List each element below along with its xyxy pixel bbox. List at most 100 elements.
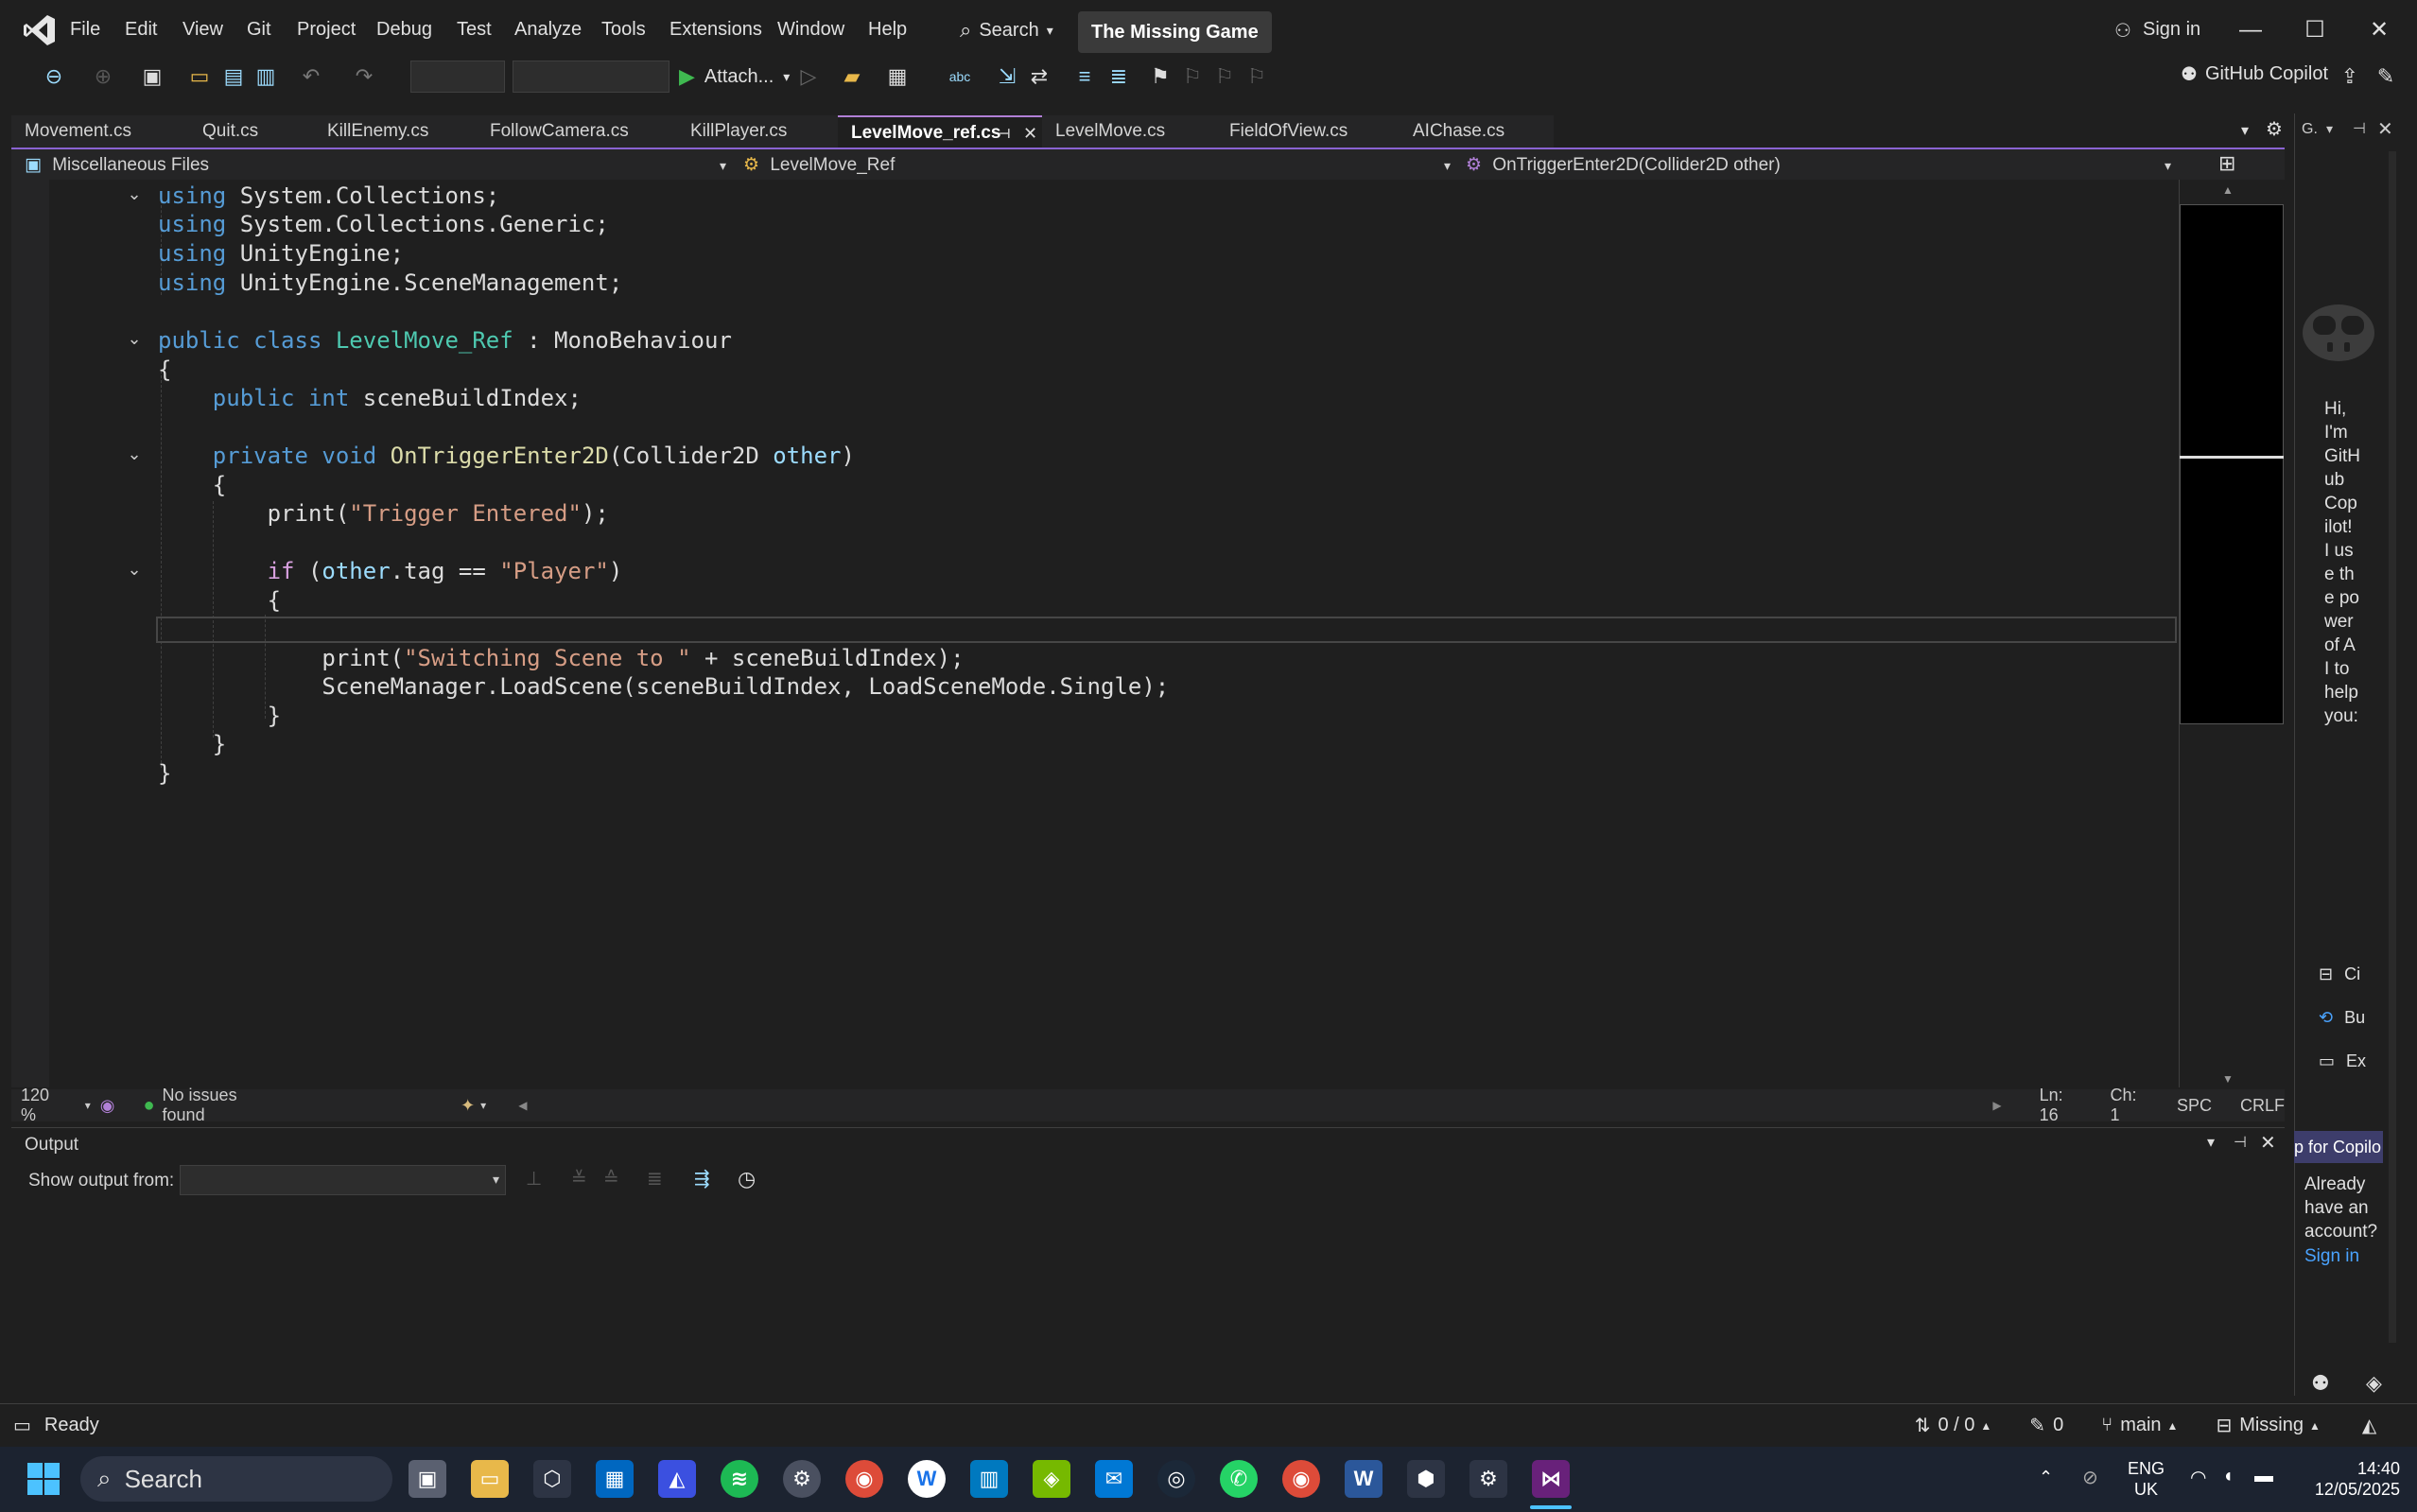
next-bookmark-icon[interactable]: ⚐: [1210, 62, 1239, 91]
column-number[interactable]: Ch: 1: [2110, 1086, 2147, 1125]
tab-levelmove-ref[interactable]: LevelMove_ref.cs ⊣ ✕: [838, 115, 1050, 148]
attach-button[interactable]: ▶ Attach... ▾: [679, 61, 790, 93]
notifications-icon[interactable]: ◭: [2362, 1414, 2376, 1437]
maximize-button[interactable]: ☐: [2287, 11, 2343, 49]
chevron-down-icon[interactable]: ▾: [2326, 121, 2333, 137]
copilot-icon[interactable]: ⚉: [2311, 1371, 2330, 1396]
copilot-signup-button[interactable]: p for Copilo: [2294, 1131, 2383, 1163]
unity-editor-icon[interactable]: ⚙: [1469, 1460, 1507, 1498]
open-folder-icon[interactable]: ▭: [185, 62, 214, 91]
messenger-icon[interactable]: W: [908, 1460, 946, 1498]
outlook-icon[interactable]: ✉: [1095, 1460, 1133, 1498]
nvidia-icon[interactable]: ◈: [1033, 1460, 1070, 1498]
chevron-down-icon[interactable]: ▾: [85, 1099, 91, 1112]
close-window-button[interactable]: ✕: [2351, 11, 2408, 49]
tab-fieldofview[interactable]: FieldOfView.cs: [1216, 115, 1413, 148]
line-number[interactable]: Ln: 16: [2040, 1086, 2082, 1125]
pin-icon[interactable]: ⊣: [2353, 119, 2366, 138]
menu-view[interactable]: View: [183, 19, 223, 41]
steam-icon[interactable]: ◎: [1157, 1460, 1195, 1498]
member-dropdown[interactable]: ⚙ OnTriggerEnter2D(Collider2D other) ▾: [1466, 151, 2179, 180]
tab-aichase[interactable]: AIChase.cs: [1400, 115, 1555, 148]
collapse-icon[interactable]: ⌄: [123, 329, 146, 352]
battery-icon[interactable]: ▬: [2254, 1466, 2273, 1487]
branch-name[interactable]: main: [2120, 1415, 2161, 1436]
step-icon[interactable]: ⇲: [993, 62, 1021, 91]
word-icon[interactable]: W: [1345, 1460, 1382, 1498]
authenticator-icon[interactable]: ◭: [658, 1460, 696, 1498]
copilot-item-chat[interactable]: ⊟ Ci: [2319, 965, 2360, 984]
menu-file[interactable]: File: [70, 19, 100, 41]
sign-in-link[interactable]: Sign in: [2143, 19, 2200, 41]
menu-help[interactable]: Help: [868, 19, 907, 41]
pin-icon[interactable]: ⊣: [2234, 1133, 2247, 1152]
clock-icon[interactable]: ◷: [738, 1167, 756, 1191]
minimap-viewport[interactable]: [2180, 204, 2284, 724]
visual-studio-logo-icon[interactable]: [21, 11, 59, 49]
prev-message-icon[interactable]: ≚: [571, 1167, 587, 1190]
bookmark-icon[interactable]: ⚑: [1146, 62, 1174, 91]
menu-window[interactable]: Window: [777, 19, 844, 41]
tab-quit[interactable]: Quit.cs: [189, 115, 318, 148]
tab-levelmove[interactable]: LevelMove.cs: [1042, 115, 1231, 148]
scroll-right-icon[interactable]: ▶: [1992, 1099, 2001, 1112]
copilot-item-build[interactable]: ⟲ Bu: [2319, 1008, 2365, 1028]
diamond-icon[interactable]: ◈: [2366, 1371, 2382, 1396]
platform-dropdown[interactable]: [513, 61, 669, 93]
clear-bookmarks-icon[interactable]: ⚐: [1243, 62, 1271, 91]
cleanup-icon[interactable]: ✦: [461, 1096, 475, 1116]
close-panel-icon[interactable]: ✕: [2377, 117, 2393, 141]
github-copilot-button[interactable]: ⚉ GitHub Copilot: [2181, 62, 2328, 86]
menu-project[interactable]: Project: [297, 19, 356, 41]
collapse-icon[interactable]: ⌄: [123, 560, 146, 582]
clear-all-icon[interactable]: ≣: [647, 1167, 663, 1190]
task-view-icon[interactable]: ▣: [409, 1460, 446, 1498]
word-wrap-icon[interactable]: ⇶: [694, 1167, 710, 1190]
uncomment-icon[interactable]: ≣: [1104, 62, 1133, 91]
spell-check-icon[interactable]: abc: [946, 62, 974, 91]
minimize-button[interactable]: —: [2222, 11, 2279, 49]
find-message-icon[interactable]: ⊥: [526, 1167, 542, 1190]
menu-extensions[interactable]: Extensions: [669, 19, 762, 41]
network-drive-icon[interactable]: ⊘: [2082, 1466, 2098, 1489]
wifi-icon[interactable]: ◠: [2190, 1466, 2206, 1489]
menu-edit[interactable]: Edit: [125, 19, 157, 41]
save-icon[interactable]: ▤: [219, 62, 248, 91]
menu-analyze[interactable]: Analyze: [514, 19, 582, 41]
compare-icon[interactable]: ⇄: [1025, 62, 1053, 91]
configuration-dropdown[interactable]: [410, 61, 505, 93]
tab-followcamera[interactable]: FollowCamera.cs: [477, 115, 679, 148]
type-dropdown[interactable]: ⚙ LevelMove_Ref ▾: [743, 151, 1458, 180]
trello-icon[interactable]: ▥: [970, 1460, 1008, 1498]
solution-name-badge[interactable]: The Missing Game: [1078, 11, 1272, 53]
microsoft-store-icon[interactable]: ▦: [596, 1460, 634, 1498]
chevron-down-icon[interactable]: ▾: [2207, 1133, 2215, 1152]
tab-killenemy[interactable]: KillEnemy.cs: [314, 115, 486, 148]
collapse-icon[interactable]: ⌄: [123, 184, 146, 207]
back-icon[interactable]: ⊖: [40, 62, 68, 91]
panel-scrollbar[interactable]: [2389, 151, 2396, 1343]
comment-icon[interactable]: ≡: [1070, 62, 1099, 91]
prev-bookmark-icon[interactable]: ⚐: [1178, 62, 1207, 91]
collapse-icon[interactable]: ⌄: [123, 444, 146, 467]
settings-icon[interactable]: ⚙: [783, 1460, 821, 1498]
redo-icon[interactable]: ↷: [350, 62, 378, 91]
start-without-debug-icon[interactable]: ▷: [794, 62, 823, 91]
taskbar-search[interactable]: ⌕ Search: [80, 1456, 392, 1502]
repo-name[interactable]: Missing: [2239, 1415, 2304, 1436]
whatsapp-icon[interactable]: ✆: [1220, 1460, 1258, 1498]
project-dropdown[interactable]: ▣ Miscellaneous Files ▾: [25, 151, 734, 180]
tab-killplayer[interactable]: KillPlayer.cs: [677, 115, 840, 148]
unity-icon[interactable]: ⬢: [1407, 1460, 1445, 1498]
menu-tools[interactable]: Tools: [601, 19, 646, 41]
chevron-down-icon[interactable]: ▾: [480, 1099, 486, 1112]
pending-changes[interactable]: 0 / 0: [1938, 1415, 1974, 1436]
menu-test[interactable]: Test: [457, 19, 492, 41]
chrome-icon[interactable]: ◉: [845, 1460, 883, 1498]
save-all-icon[interactable]: ▥: [252, 62, 280, 91]
windows-start-icon[interactable]: [26, 1462, 61, 1496]
scroll-down-icon[interactable]: ▼: [2222, 1072, 2234, 1086]
pin-icon[interactable]: ⊣: [999, 117, 1011, 149]
search-button[interactable]: ⌕ Search ▾: [950, 11, 1063, 49]
tab-movement[interactable]: Movement.cs: [11, 115, 191, 148]
